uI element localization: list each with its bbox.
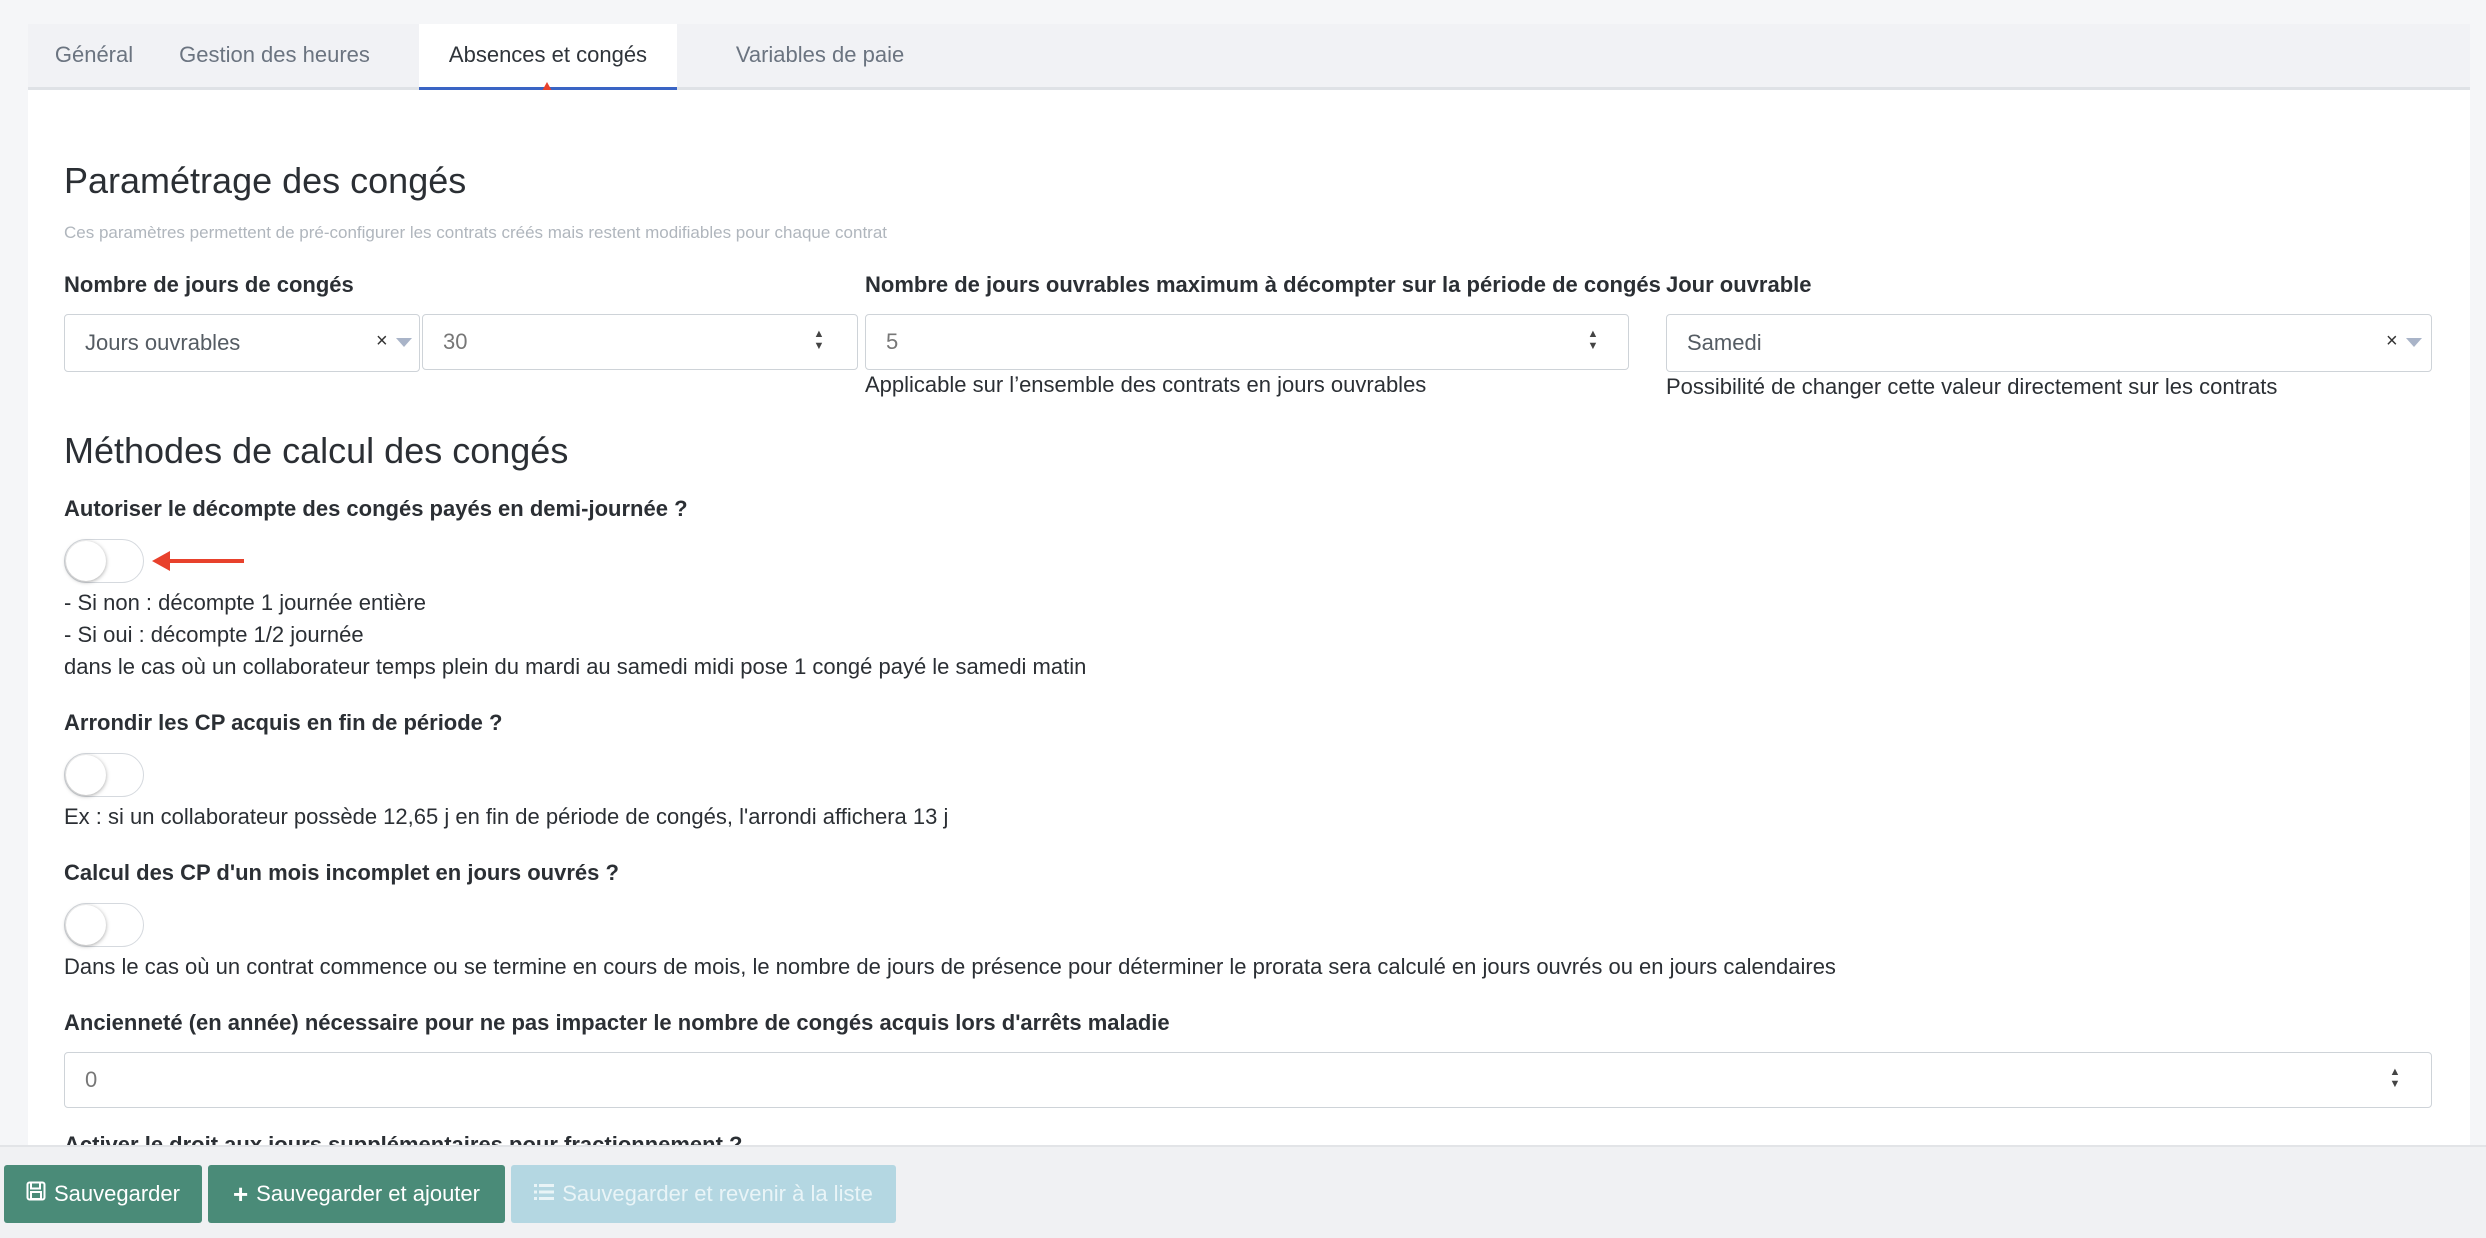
days-type-value: Jours ouvrables <box>85 330 241 355</box>
save-button-label: Sauvegarder <box>54 1181 180 1206</box>
days-label: Nombre de jours de congés <box>64 272 354 297</box>
days-number-value: 30 <box>443 329 468 354</box>
max-days-label: Nombre de jours ouvrables maximum à déco… <box>865 272 1661 297</box>
incomplete-month-label: Calcul des CP d'un mois incomplet en jou… <box>64 860 619 885</box>
split-days-label: Activer le droit aux jours supplémentair… <box>64 1132 743 1145</box>
form-panel: Paramétrage des congés Ces paramètres pe… <box>28 90 2470 1145</box>
round-toggle[interactable] <box>64 753 144 797</box>
action-footer: Sauvegarder + Sauvegarder et ajouter Sau… <box>0 1145 2486 1238</box>
save-button[interactable]: Sauvegarder <box>4 1165 202 1223</box>
seniority-label: Ancienneté (en année) nécessaire pour ne… <box>64 1010 1170 1035</box>
spinner-icon[interactable]: ▲ ▼ <box>2388 1066 2402 1092</box>
working-day-select[interactable]: Samedi <box>1666 314 2432 372</box>
save-and-add-label: Sauvegarder et ajouter <box>256 1181 480 1206</box>
max-days-input[interactable]: 5 <box>865 314 1629 370</box>
days-type-select[interactable]: Jours ouvrables <box>64 314 420 372</box>
round-help: Ex : si un collaborateur possède 12,65 j… <box>64 804 949 829</box>
annotation-arrow-toggle-head <box>152 551 170 571</box>
seniority-input[interactable]: 0 <box>64 1052 2432 1108</box>
round-label: Arrondir les CP acquis en fin de période… <box>64 710 503 735</box>
spinner-icon[interactable]: ▲ ▼ <box>812 328 826 354</box>
tab-time-management[interactable]: Gestion des heures <box>160 24 389 90</box>
tab-general[interactable]: Général <box>28 24 160 90</box>
incomplete-month-help: Dans le cas où un contrat commence ou se… <box>64 954 1836 979</box>
annotation-arrow-toggle <box>170 559 244 563</box>
save-and-back-label: Sauvegarder et revenir à la liste <box>562 1181 873 1206</box>
incomplete-month-toggle[interactable] <box>64 903 144 947</box>
clear-icon[interactable]: × <box>376 330 388 353</box>
chevron-down-icon[interactable] <box>2406 338 2422 347</box>
plus-icon: + <box>232 1178 249 1209</box>
half-day-label: Autoriser le décompte des congés payés e… <box>64 496 688 521</box>
clear-icon[interactable]: × <box>2386 330 2398 353</box>
section-title-calculation-methods: Méthodes de calcul des congés <box>64 430 569 471</box>
toggle-knob <box>66 541 106 581</box>
save-and-add-button[interactable]: + Sauvegarder et ajouter <box>208 1165 505 1223</box>
section-subtitle: Ces paramètres permettent de pré-configu… <box>64 223 888 242</box>
half-day-help-2: - Si oui : décompte 1/2 journée <box>64 622 364 647</box>
chevron-down-icon[interactable] <box>396 338 412 347</box>
section-title-leave-settings: Paramétrage des congés <box>64 160 467 201</box>
save-icon <box>26 1181 46 1207</box>
tab-bar: Général Gestion des heures Absences et c… <box>28 24 2470 90</box>
toggle-knob <box>66 905 106 945</box>
seniority-value: 0 <box>85 1067 98 1092</box>
spinner-icon[interactable]: ▲ ▼ <box>1586 328 1600 354</box>
working-day-help: Possibilité de changer cette valeur dire… <box>1666 374 2278 399</box>
half-day-toggle[interactable] <box>64 539 144 583</box>
days-number-input[interactable]: 30 <box>422 314 858 370</box>
save-and-back-button[interactable]: Sauvegarder et revenir à la liste <box>511 1165 896 1223</box>
working-day-value: Samedi <box>1687 330 1762 355</box>
max-days-help: Applicable sur l’ensemble des contrats e… <box>865 372 1427 397</box>
list-icon <box>534 1181 555 1207</box>
toggle-knob <box>66 755 106 795</box>
half-day-help-1: - Si non : décompte 1 journée entière <box>64 590 427 615</box>
tab-absences-leave[interactable]: Absences et congés <box>419 24 677 90</box>
tab-payroll-variables[interactable]: Variables de paie <box>700 24 940 90</box>
working-day-label: Jour ouvrable <box>1666 272 1812 297</box>
half-day-help-3: dans le cas où un collaborateur temps pl… <box>64 654 1087 679</box>
max-days-value: 5 <box>886 329 899 354</box>
